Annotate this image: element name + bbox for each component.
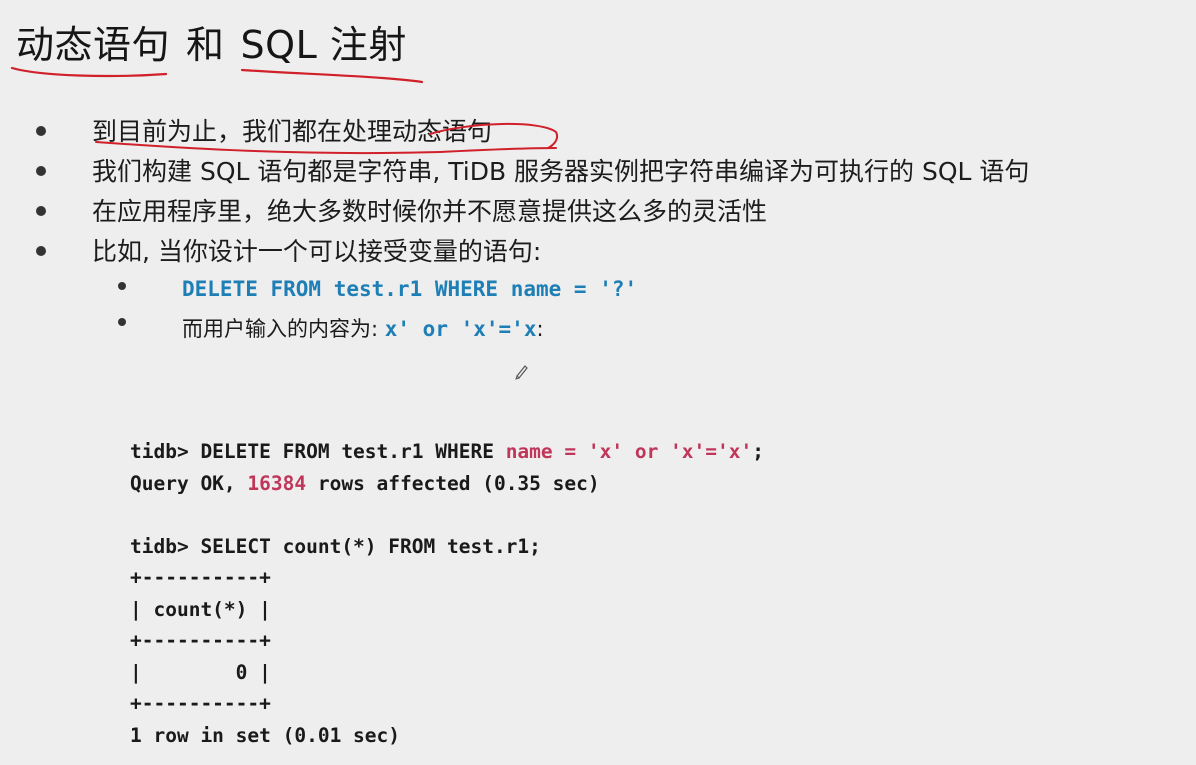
title-part-and: 和	[186, 23, 225, 67]
terminal-line-select: tidb> SELECT count(*) FROM test.r1;	[130, 534, 541, 558]
bullet-dot	[36, 206, 46, 216]
injected-condition: name = 'x' or 'x'='x'	[505, 440, 753, 463]
table-border: +----------+	[130, 629, 271, 652]
table-row: | 0 |	[130, 660, 271, 684]
bullet-item: 在应用程序里，绝大多数时候你并不愿意提供这么多的灵活性	[92, 197, 768, 226]
sub-bullet-user-input: 而用户输入的内容为: x' or 'x'='x:	[182, 313, 544, 343]
slide-title: 动态语句和 SQL 注射	[16, 14, 407, 69]
bullet-dot	[36, 166, 46, 176]
table-header: | count(*) |	[130, 597, 271, 621]
sub-bullet-statement: DELETE FROM test.r1 WHERE name = '?'	[182, 277, 637, 301]
bullet-item: 到目前为止，我们都在处理动态语句	[92, 117, 493, 146]
slide: 动态语句和 SQL 注射 到目前为止，我们都在处理动态语句 我们构建 SQL 语句…	[0, 0, 1196, 765]
bullet-item: 我们构建 SQL 语句都是字符串, TiDB 服务器实例把字符串编译为可执行的 …	[92, 157, 1030, 186]
underline-title-dynamic	[10, 66, 168, 78]
sql-statement-code: DELETE FROM test.r1 WHERE name = '?'	[182, 277, 638, 301]
bullet-dot	[36, 246, 46, 256]
terminal-line-delete: tidb> DELETE FROM test.r1 WHERE name = '…	[130, 440, 764, 463]
underline-title-sql	[240, 68, 424, 84]
bullet-item: 比如, 当你设计一个可以接受变量的语句:	[92, 237, 542, 266]
rows-affected-count: 16384	[247, 471, 307, 495]
title-part-sql: SQL 注射	[240, 23, 407, 67]
table-border: +----------+	[130, 566, 271, 589]
terminal-line-rowcount: 1 row in set (0.01 sec)	[130, 723, 401, 747]
table-border: +----------+	[130, 692, 271, 715]
terminal-output: tidb> DELETE FROM test.r1 WHERE name = '…	[130, 436, 764, 751]
sub-bullet-dot	[118, 282, 126, 290]
user-input-label: 而用户输入的内容为:	[182, 317, 385, 341]
sub-bullet-dot	[118, 318, 126, 326]
bullet-dot	[36, 126, 46, 136]
terminal-line-query-ok: Query OK, 16384 rows affected (0.35 sec)	[130, 471, 600, 495]
user-input-suffix: :	[536, 317, 544, 341]
user-input-code: x' or 'x'='x	[384, 317, 537, 341]
title-part-dynamic: 动态语句	[16, 23, 171, 67]
